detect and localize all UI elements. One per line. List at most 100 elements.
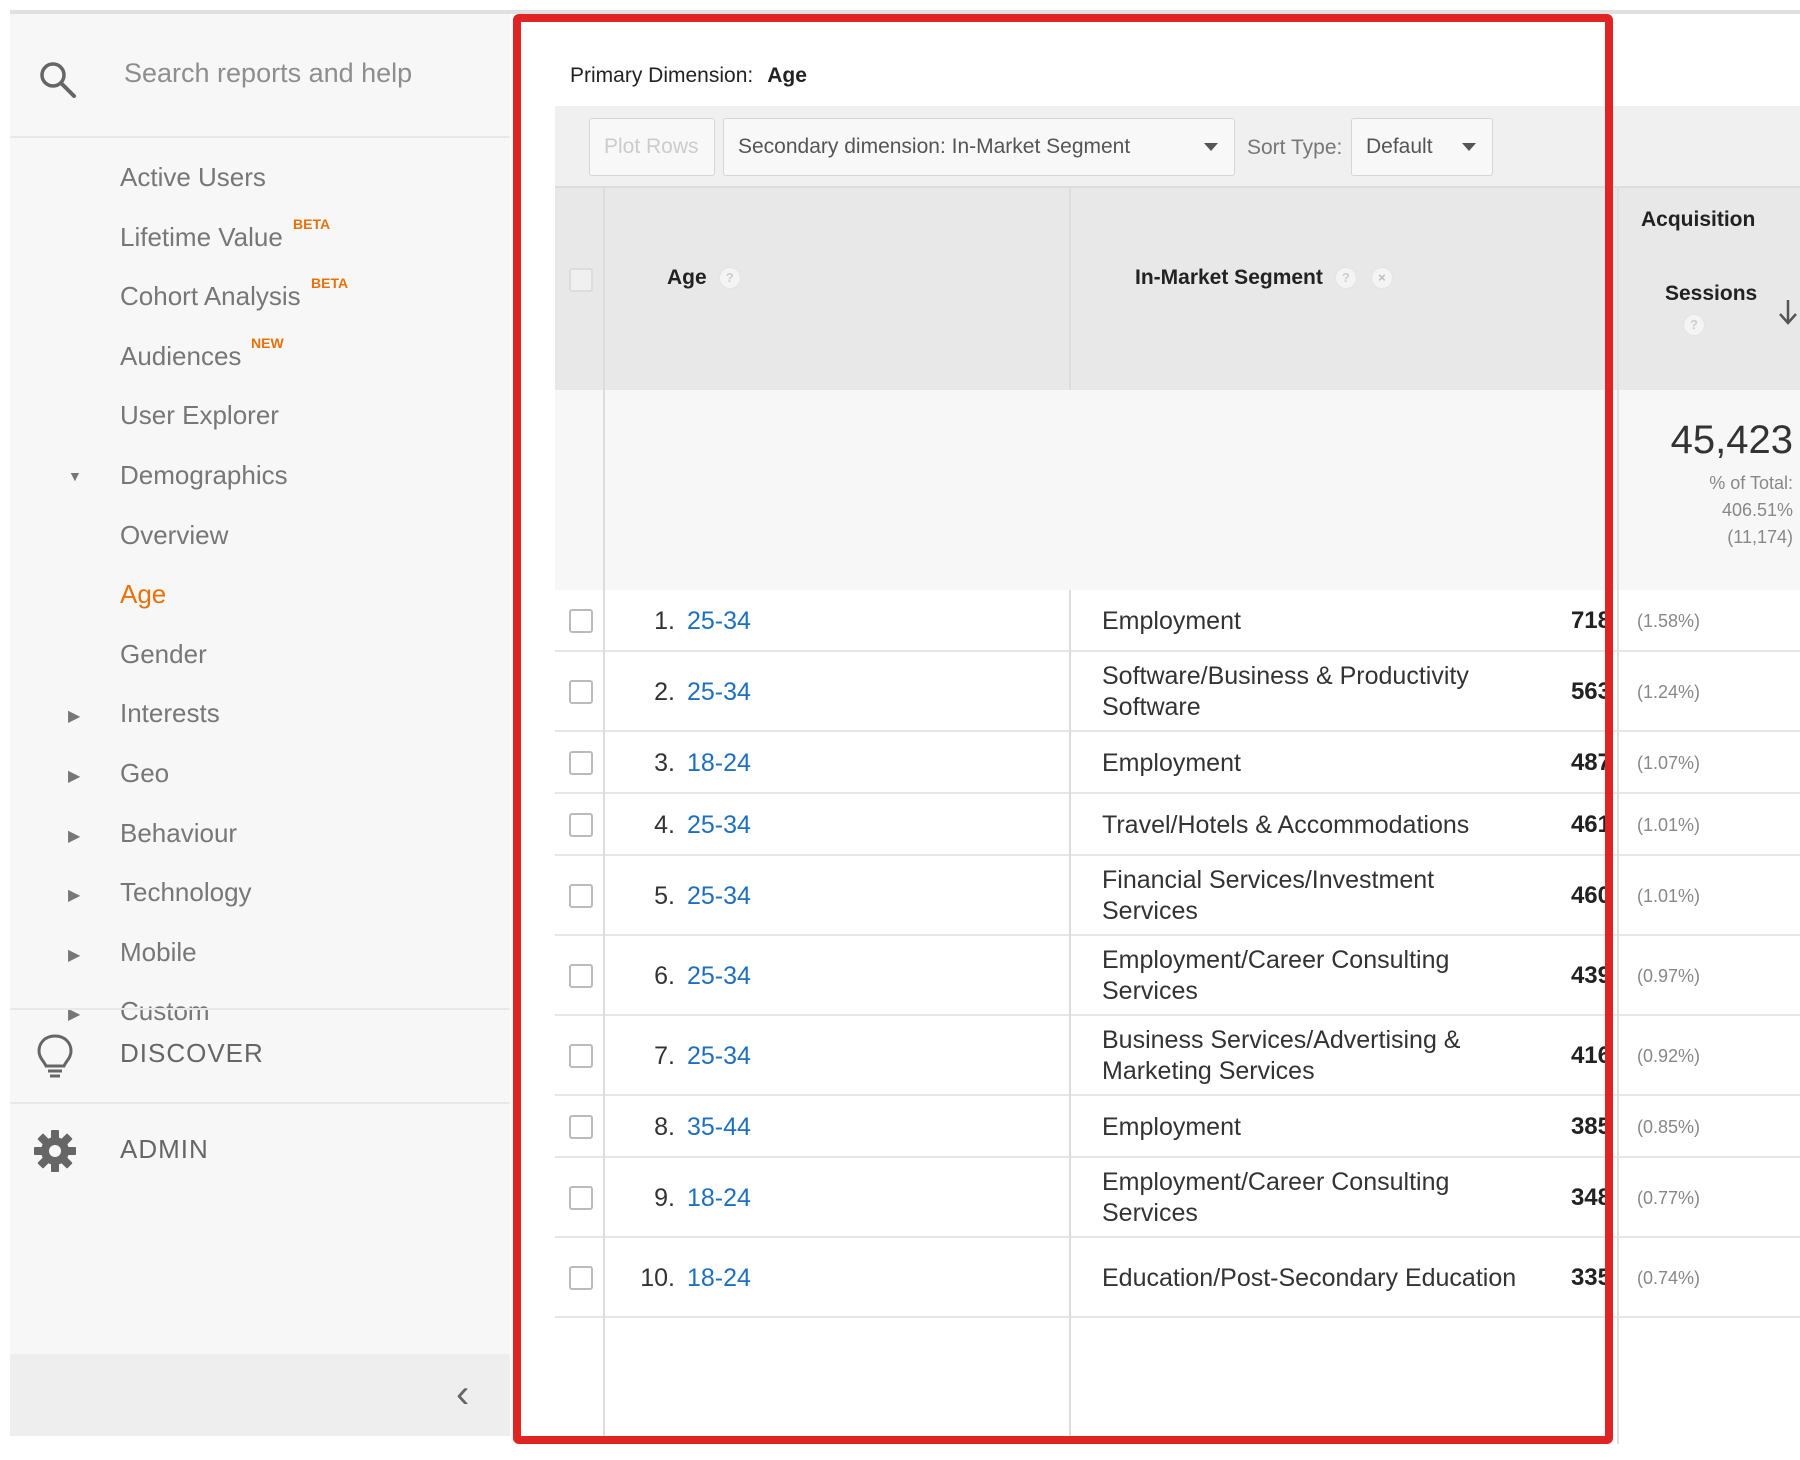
row-sessions-pct: (0.97%) — [1637, 966, 1701, 986]
column-divider — [1069, 590, 1071, 1444]
sidebar-item-label: Audiences — [120, 340, 242, 371]
pct-of-total-value: 406.51% — [1721, 500, 1793, 520]
report-panel: Primary Dimension: Age Plot Rows Secondar… — [540, 14, 1800, 1444]
total-value: (11,174) — [1727, 527, 1793, 547]
search-input[interactable]: Search reports and help — [124, 58, 412, 89]
sidebar-item-label: Overview — [120, 519, 229, 550]
chevron-left-icon[interactable]: ‹ — [456, 1372, 469, 1417]
row-segment: Employment — [1102, 749, 1241, 777]
row-checkbox[interactable] — [569, 1044, 593, 1068]
sort-type-value: Default — [1366, 135, 1433, 158]
sidebar-item-lifetime-value[interactable]: Lifetime Value BETA — [10, 208, 510, 268]
sidebar-item-age[interactable]: Age — [10, 565, 510, 625]
segment-column-header[interactable]: In-Market Segment? × — [1135, 266, 1393, 290]
search-bar[interactable]: Search reports and help — [10, 14, 510, 138]
sidebar-item-gender[interactable]: Gender — [10, 625, 510, 685]
caret-collapsed-icon[interactable]: ▶ — [68, 945, 80, 965]
sidebar-item-behaviour[interactable]: ▶ Behaviour — [10, 804, 510, 864]
total-sessions: 45,423 — [1670, 418, 1793, 462]
caret-down-icon — [1204, 143, 1218, 151]
table-row: 3. 18-24 Employment 487 (1.07%) — [555, 732, 1800, 794]
table-row: 5. 25-34 Financial Services/Investment Ser… — [555, 856, 1800, 936]
sidebar-item-label: User Explorer — [120, 400, 279, 431]
row-segment: Employment — [1102, 607, 1241, 635]
row-checkbox[interactable] — [569, 813, 593, 837]
help-icon[interactable]: ? — [1334, 267, 1357, 290]
row-age-link[interactable]: 35-44 — [687, 1113, 751, 1142]
sidebar-item-active-users[interactable]: Active Users — [10, 148, 510, 208]
discover-nav[interactable]: DISCOVER — [10, 1010, 510, 1100]
caret-collapsed-icon[interactable]: ▶ — [68, 706, 80, 726]
row-checkbox[interactable] — [569, 680, 593, 704]
pct-of-total-label: % of Total: — [1709, 473, 1793, 493]
sidebar-item-badge: BETA — [311, 275, 349, 292]
caret-collapsed-icon[interactable]: ▶ — [68, 766, 80, 786]
sidebar-item-cohort-analysis[interactable]: Cohort Analysis BETA — [10, 267, 510, 327]
sidebar-item-mobile[interactable]: ▶ Mobile — [10, 923, 510, 983]
sidebar-item-label: Active Users — [120, 162, 266, 192]
row-checkbox[interactable] — [569, 964, 593, 988]
plot-rows-button[interactable]: Plot Rows — [589, 118, 715, 176]
sessions-column-header[interactable]: Sessions — [1665, 282, 1757, 306]
row-segment: Employment/Career Consulting Services — [1102, 1168, 1450, 1227]
row-rank: 7. — [654, 1042, 675, 1070]
row-age-link[interactable]: 25-34 — [687, 962, 751, 991]
total-sessions-detail: % of Total: 406.51% (11,174) — [1709, 470, 1793, 551]
sessions-column-label: Sessions — [1665, 282, 1758, 305]
row-checkbox[interactable] — [569, 1266, 593, 1290]
row-age-link[interactable]: 25-34 — [687, 882, 751, 911]
arrow-down-icon[interactable] — [1777, 298, 1799, 326]
sidebar-item-label: Gender — [120, 638, 207, 669]
sort-type-dropdown[interactable]: Default — [1351, 118, 1493, 176]
remove-dimension-icon[interactable]: × — [1370, 267, 1393, 290]
row-checkbox[interactable] — [569, 751, 593, 775]
row-sessions: 461 — [1570, 811, 1611, 838]
sidebar-item-interests[interactable]: ▶ Interests — [10, 684, 510, 744]
row-checkbox[interactable] — [569, 1186, 593, 1210]
sidebar-item-technology[interactable]: ▶ Technology — [10, 863, 510, 923]
admin-nav[interactable]: ADMIN — [10, 1106, 510, 1196]
help-icon[interactable]: ? — [1683, 314, 1705, 336]
sidebar-item-demographics[interactable]: ▼ Demographics — [10, 446, 510, 506]
row-age-link[interactable]: 25-34 — [687, 1042, 751, 1071]
sidebar-item-geo[interactable]: ▶ Geo — [10, 744, 510, 804]
select-all-checkbox[interactable] — [569, 268, 593, 292]
sidebar-item-audiences[interactable]: Audiences NEW — [10, 327, 510, 387]
row-checkbox[interactable] — [569, 1115, 593, 1139]
row-rank: 5. — [654, 882, 675, 910]
row-age-link[interactable]: 25-34 — [687, 607, 751, 636]
row-age-link[interactable]: 25-34 — [687, 811, 751, 840]
age-column-header[interactable]: Age? — [667, 266, 741, 290]
row-rank: 8. — [654, 1113, 675, 1141]
column-divider — [603, 186, 605, 1444]
caret-collapsed-icon[interactable]: ▶ — [68, 885, 80, 905]
row-sessions-pct: (0.85%) — [1637, 1117, 1701, 1137]
row-sessions-pct: (0.77%) — [1637, 1188, 1701, 1208]
sidebar-item-user-explorer[interactable]: User Explorer — [10, 386, 510, 446]
table-row: 1. 25-34 Employment 718 (1.58%) — [555, 590, 1800, 652]
search-icon[interactable] — [36, 58, 80, 102]
row-age-link[interactable]: 18-24 — [687, 1184, 751, 1213]
row-checkbox[interactable] — [569, 609, 593, 633]
table-row: 10. 18-24 Education/Post-Secondary Educati… — [555, 1238, 1800, 1318]
caret-collapsed-icon[interactable]: ▶ — [68, 826, 80, 846]
secondary-dimension-dropdown[interactable]: Secondary dimension: In-Market Segment — [723, 118, 1235, 176]
row-sessions: 439 — [1570, 962, 1611, 989]
row-segment: Financial Services/Investment Services — [1102, 866, 1435, 925]
row-sessions-pct: (1.01%) — [1637, 815, 1701, 835]
row-rank: 2. — [654, 678, 675, 706]
sidebar-collapse-bar[interactable]: ‹ — [10, 1354, 510, 1436]
row-age-link[interactable]: 18-24 — [687, 1264, 751, 1293]
caret-expanded-icon[interactable]: ▼ — [68, 468, 82, 484]
column-divider — [1069, 186, 1071, 390]
row-age-link[interactable]: 25-34 — [687, 678, 751, 707]
row-age-link[interactable]: 18-24 — [687, 749, 751, 778]
row-checkbox[interactable] — [569, 884, 593, 908]
column-divider — [1617, 186, 1619, 1444]
admin-label: ADMIN — [120, 1134, 209, 1164]
row-sessions-pct: (1.07%) — [1637, 753, 1701, 773]
sidebar-item-badge: BETA — [293, 215, 331, 232]
sidebar-item-overview[interactable]: Overview — [10, 506, 510, 566]
primary-dimension-value[interactable]: Age — [767, 64, 807, 87]
help-icon[interactable]: ? — [718, 267, 741, 290]
